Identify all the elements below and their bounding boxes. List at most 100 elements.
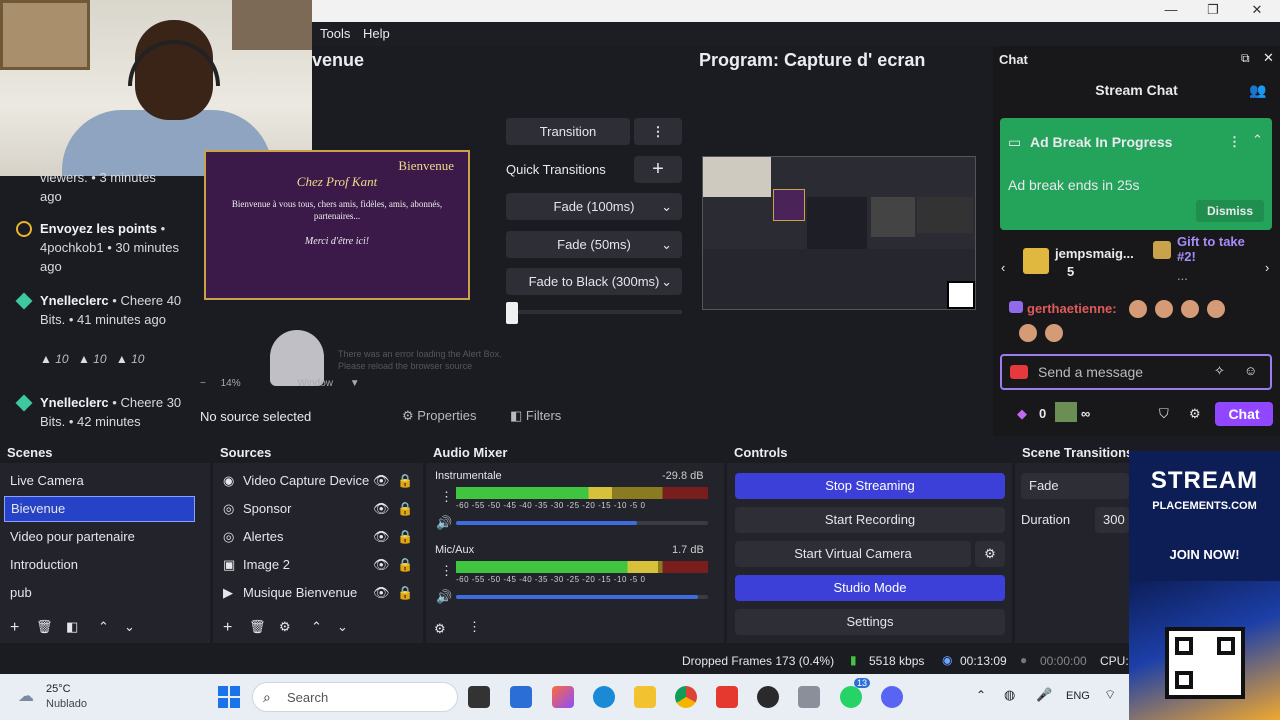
eye-icon[interactable]: 👁 bbox=[373, 585, 390, 601]
gear-icon[interactable]: ⚙ bbox=[434, 621, 446, 637]
volume-slider[interactable] bbox=[456, 595, 708, 599]
add-transition-button[interactable]: + bbox=[634, 156, 682, 183]
chevron-right-icon[interactable]: › bbox=[1265, 260, 1269, 275]
start-recording-button[interactable]: Start Recording bbox=[735, 507, 1005, 533]
app-icon[interactable] bbox=[798, 686, 820, 708]
scene-item[interactable]: Video pour partenaire bbox=[10, 529, 135, 544]
source-item[interactable]: Video Capture Device bbox=[243, 473, 369, 488]
trash-icon[interactable]: 🗑 bbox=[36, 619, 53, 635]
lock-icon[interactable]: 🔒 bbox=[397, 557, 413, 573]
speaker-icon[interactable]: 🔊 bbox=[436, 515, 452, 531]
lock-icon[interactable]: 🔒 bbox=[397, 501, 413, 517]
source-item[interactable]: Image 2 bbox=[243, 557, 290, 572]
chevron-up-icon[interactable]: ⌃ bbox=[976, 688, 986, 702]
source-item[interactable]: Alertes bbox=[243, 529, 283, 544]
scene-item[interactable]: Live Camera bbox=[10, 473, 84, 488]
chevron-down-icon[interactable]: ⌄ bbox=[337, 619, 348, 635]
lock-icon[interactable]: 🔒 bbox=[397, 529, 413, 545]
more-icon[interactable]: ⋮ bbox=[440, 563, 453, 579]
source-item[interactable]: Sponsor bbox=[243, 501, 291, 516]
add-icon[interactable]: + bbox=[223, 619, 232, 637]
microphone-icon[interactable]: 🎤 bbox=[1036, 687, 1052, 703]
speaker-icon[interactable]: 🔊 bbox=[436, 589, 452, 605]
quick-transition-1[interactable]: Fade (100ms) ⌄ bbox=[506, 193, 682, 220]
magic-icon[interactable]: ✧ bbox=[1214, 363, 1225, 379]
chrome-icon[interactable] bbox=[675, 686, 697, 708]
weather-temp[interactable]: 25°C bbox=[46, 683, 71, 695]
menu-tools[interactable]: Tools bbox=[320, 26, 350, 41]
store-icon[interactable] bbox=[510, 686, 532, 708]
add-icon[interactable]: + bbox=[10, 619, 19, 637]
wifi-icon[interactable]: ⌔ bbox=[1104, 687, 1116, 703]
start-virtual-camera-button[interactable]: Start Virtual Camera bbox=[735, 541, 971, 567]
transition-menu-button[interactable]: ⋮ bbox=[634, 118, 682, 145]
folder-icon[interactable] bbox=[634, 686, 656, 708]
taskbar-search[interactable]: ⌕ Search bbox=[252, 682, 458, 712]
more-icon[interactable]: ⋮ bbox=[468, 619, 481, 635]
eye-icon[interactable]: 👁 bbox=[373, 473, 390, 489]
eye-icon[interactable]: 👁 bbox=[373, 501, 390, 517]
volume-slider[interactable] bbox=[456, 521, 708, 525]
settings-button[interactable]: Settings bbox=[735, 609, 1005, 635]
copilot-icon[interactable] bbox=[552, 686, 574, 708]
properties-button[interactable]: ⚙ Properties bbox=[402, 408, 477, 424]
app-icon[interactable] bbox=[468, 686, 490, 708]
menu-help[interactable]: Help bbox=[363, 26, 390, 41]
gift-user[interactable]: jempsmaig... bbox=[1055, 246, 1134, 261]
language-indicator[interactable]: ENG bbox=[1066, 690, 1090, 702]
chevron-up-icon[interactable]: ⌃ bbox=[1252, 132, 1263, 148]
discord-icon[interactable] bbox=[881, 686, 903, 708]
filter-icon[interactable]: ◧ bbox=[66, 619, 78, 635]
gear-icon[interactable]: ⚙ bbox=[1189, 406, 1201, 422]
transition-slider-handle[interactable] bbox=[506, 302, 518, 324]
source-item[interactable]: Musique Bienvenue bbox=[243, 585, 357, 600]
more-icon[interactable]: ⋮ bbox=[440, 489, 453, 505]
close-icon[interactable]: ✕ bbox=[1263, 50, 1274, 66]
chat-send-button[interactable]: Chat bbox=[1215, 402, 1273, 426]
chat-username[interactable]: gerthaetienne: bbox=[1027, 301, 1117, 316]
eye-icon[interactable]: 👁 bbox=[373, 557, 390, 573]
weather-desc[interactable]: Nublado bbox=[46, 698, 87, 710]
transition-slider-track[interactable] bbox=[506, 310, 682, 314]
transition-button[interactable]: Transition bbox=[506, 118, 630, 145]
dismiss-button[interactable]: Dismiss bbox=[1196, 200, 1264, 222]
edge-icon[interactable] bbox=[593, 686, 615, 708]
maximize-button[interactable]: ❐ bbox=[1192, 0, 1234, 22]
stop-streaming-button[interactable]: Stop Streaming bbox=[735, 473, 1005, 499]
chat-input[interactable]: Send a message ✧ ☺ bbox=[1000, 354, 1272, 390]
transition-select[interactable]: Fade bbox=[1021, 473, 1129, 499]
scene-item[interactable]: pub bbox=[10, 585, 32, 600]
studio-mode-button[interactable]: Studio Mode bbox=[735, 575, 1005, 601]
eye-icon[interactable]: 👁 bbox=[373, 529, 390, 545]
gear-icon[interactable]: ⚙ bbox=[279, 619, 291, 635]
scene-item-selected[interactable]: Bievenue bbox=[4, 496, 195, 522]
duration-input[interactable]: 300 ms bbox=[1095, 507, 1129, 533]
obs-icon[interactable] bbox=[757, 686, 779, 708]
popout-icon[interactable]: ⧉ bbox=[1241, 51, 1250, 66]
chevron-up-icon[interactable]: ⌃ bbox=[311, 619, 322, 635]
scene-item[interactable]: Introduction bbox=[10, 557, 78, 572]
gear-icon[interactable]: ⚙ bbox=[975, 541, 1005, 567]
network-icon[interactable]: ◍ bbox=[1004, 687, 1015, 703]
quick-transition-3[interactable]: Fade to Black (300ms) ⌄ bbox=[506, 268, 682, 295]
preview-thumbnail[interactable]: Bienvenue Chez Prof Kant Bienvenue à vou… bbox=[204, 150, 470, 300]
minimize-button[interactable]: — bbox=[1150, 0, 1192, 22]
whatsapp-icon[interactable] bbox=[840, 686, 862, 708]
chevron-down-icon[interactable]: ⌄ bbox=[124, 619, 135, 635]
trash-icon[interactable]: 🗑 bbox=[249, 619, 266, 635]
lock-icon[interactable]: 🔒 bbox=[397, 473, 413, 489]
close-button[interactable]: ✕ bbox=[1236, 0, 1278, 22]
app-icon[interactable] bbox=[716, 686, 738, 708]
users-icon[interactable]: 👥 bbox=[1249, 82, 1266, 99]
filters-button[interactable]: ◧ Filters bbox=[510, 408, 561, 424]
shield-icon[interactable]: ⛉ bbox=[1159, 406, 1169, 422]
quick-transition-2[interactable]: Fade (50ms) ⌄ bbox=[506, 231, 682, 258]
chevron-left-icon[interactable]: ‹ bbox=[1001, 260, 1005, 275]
lock-icon[interactable]: 🔒 bbox=[397, 585, 413, 601]
program-output[interactable] bbox=[702, 156, 976, 310]
more-icon[interactable]: ⋮ bbox=[1228, 134, 1241, 150]
zoom-level[interactable]: 14% bbox=[221, 378, 241, 389]
chevron-up-icon[interactable]: ⌃ bbox=[98, 619, 109, 635]
windows-start-icon[interactable] bbox=[218, 686, 240, 708]
emoji-icon[interactable]: ☺ bbox=[1244, 363, 1257, 378]
